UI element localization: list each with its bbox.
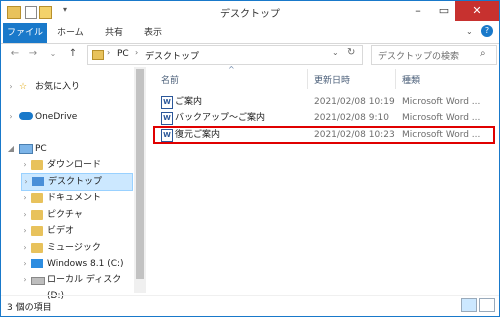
column-divider[interactable] [395,69,396,89]
details-view-icon[interactable] [461,298,477,312]
nav-item-label: ダウンロード [47,160,102,170]
search-icon[interactable]: ⌕ [480,48,486,59]
close-icon[interactable]: ✕ [455,1,499,21]
ribbon-expand-icon[interactable]: ⌄ [466,27,473,36]
computer-icon [19,144,33,154]
breadcrumb-pc[interactable]: PC [117,49,129,59]
up-icon[interactable]: ↑ [67,48,79,60]
chevron-right-icon[interactable]: › [21,240,29,256]
file-name: バックアップ〜ご案内 [175,113,266,123]
file-type: Microsoft Word ... [402,113,481,123]
file-type: Microsoft Word ... [402,97,481,107]
hard-drive-icon [31,277,45,285]
large-icons-view-icon[interactable] [479,298,495,312]
file-row[interactable]: W バックアップ〜ご案内 2021/02/08 9:10 Microsoft W… [159,110,495,126]
nav-item-label: PC [35,144,47,154]
minimize-icon[interactable]: – [405,1,431,21]
address-history-icon[interactable]: ⌄ [332,48,339,57]
column-header-date[interactable]: 更新日時 [314,73,350,86]
explorer-window: ▾ デスクトップ – ▭ ✕ ファイル ホーム 共有 表示 ⌄ ? ← → ⌄ … [0,0,500,317]
address-separator-icon: › [135,48,139,57]
column-header-name[interactable]: 名前 [161,73,179,86]
chevron-right-icon[interactable]: › [21,223,29,239]
file-name: ご案内 [175,97,203,107]
tab-home[interactable]: ホーム [57,23,84,43]
nav-item-desktop[interactable]: › デスクトップ [21,173,133,191]
nav-item-videos[interactable]: › ビデオ [21,223,133,239]
sort-ascending-icon: ^ [228,65,235,74]
nav-item-onedrive[interactable]: › OneDrive [7,109,133,125]
pictures-folder-icon [31,210,43,220]
chevron-right-icon[interactable]: › [7,109,15,125]
tab-file[interactable]: ファイル [3,23,47,43]
search-placeholder: デスクトップの検索 [378,52,460,62]
column-header-type[interactable]: 種類 [402,73,420,86]
nav-item-label: OneDrive [35,112,78,122]
nav-item-label: ドキュメント [47,193,102,203]
chevron-right-icon[interactable]: › [21,157,29,173]
refresh-icon[interactable]: ↻ [347,47,355,58]
folder-icon [31,160,43,170]
chevron-right-icon[interactable]: › [21,207,29,223]
back-icon[interactable]: ← [9,48,21,60]
nav-item-pc[interactable]: ◢ PC [7,141,133,157]
nav-item-downloads[interactable]: › ダウンロード [21,157,133,173]
nav-item-label: ピクチャ [47,210,83,220]
status-bar [1,295,499,316]
nav-item-pictures[interactable]: › ピクチャ [21,207,133,223]
maximize-icon[interactable]: ▭ [431,1,457,21]
forward-icon[interactable]: → [27,48,39,60]
desktop-icon [32,177,44,186]
nav-item-documents[interactable]: › ドキュメント [21,190,133,206]
address-folder-icon [92,50,104,60]
chevron-right-icon[interactable]: › [22,174,30,190]
chevron-right-icon[interactable]: › [7,79,15,95]
chevron-down-icon[interactable]: ◢ [7,141,15,157]
breadcrumb-desktop[interactable]: デスクトップ [145,49,199,62]
highlight-frame [153,126,495,144]
address-separator-icon: › [107,48,111,57]
nav-item-drive-c[interactable]: › Windows 8.1 (C:) [21,256,133,272]
nav-item-drive-d[interactable]: › ローカル ディスク (D:) [21,272,133,301]
windows-drive-icon [31,259,43,268]
nav-item-favorites[interactable]: › ☆ お気に入り [7,79,133,95]
nav-item-label: Windows 8.1 (C:) [47,259,124,269]
nav-item-music[interactable]: › ミュージック [21,240,133,256]
nav-scrollbar-thumb[interactable] [136,69,144,279]
file-row[interactable]: W ご案内 2021/02/08 10:19 Microsoft Word ..… [159,94,495,110]
music-folder-icon [31,243,43,253]
column-divider[interactable] [307,69,308,89]
word-document-icon: W [161,96,173,109]
file-date: 2021/02/08 10:19 [314,97,395,107]
help-icon[interactable]: ? [481,25,493,37]
tab-share[interactable]: 共有 [105,23,123,43]
cloud-icon [19,112,33,120]
search-box[interactable]: デスクトップの検索 ⌕ [371,45,497,65]
star-icon: ☆ [19,82,28,92]
nav-item-label: ビデオ [47,226,75,236]
chevron-right-icon[interactable]: › [21,272,29,288]
nav-item-label: お気に入り [35,82,81,92]
nav-item-label: デスクトップ [48,177,103,187]
status-item-count: 3 個の項目 [7,303,52,313]
documents-folder-icon [31,193,43,203]
nav-item-label: ミュージック [47,243,101,253]
chevron-right-icon[interactable]: › [21,190,29,206]
word-document-icon: W [161,112,173,125]
chevron-right-icon[interactable]: › [21,256,29,272]
file-date: 2021/02/08 9:10 [314,113,389,123]
recent-locations-icon[interactable]: ⌄ [47,48,59,60]
tab-view[interactable]: 表示 [144,23,162,43]
videos-folder-icon [31,226,43,236]
